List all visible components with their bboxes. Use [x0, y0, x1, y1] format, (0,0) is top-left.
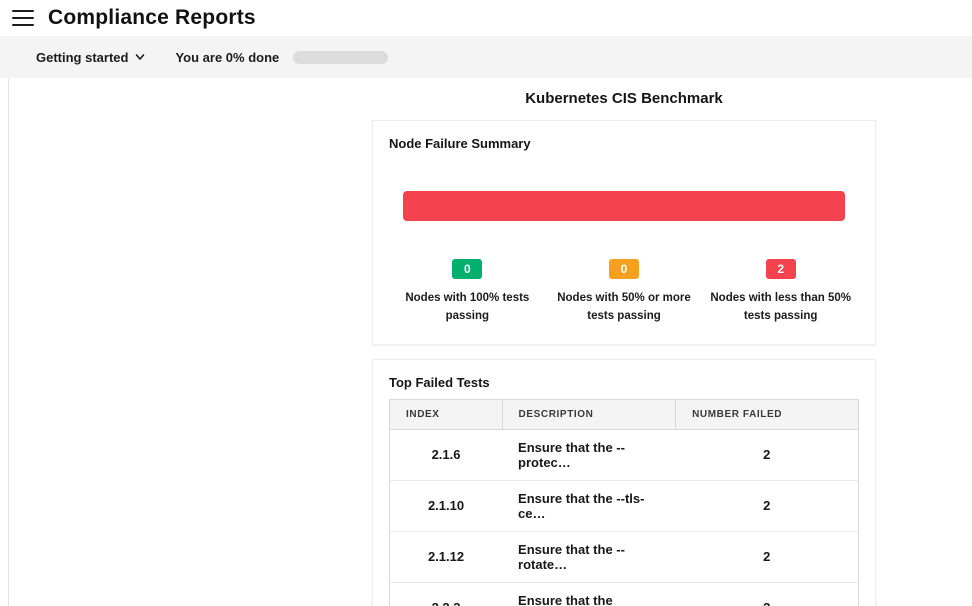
- top-failed-tests-card: Top Failed Tests INDEX DESCRIPTION NUMBE…: [372, 359, 876, 606]
- stat-50-or-more-passing: 0 Nodes with 50% or more tests passing: [546, 259, 703, 326]
- cell-number-failed: 2: [676, 480, 859, 531]
- progress-bar: [293, 51, 388, 64]
- table-row: 2.1.12 Ensure that the --rotate… 2: [390, 531, 859, 582]
- top-failed-tests-title: Top Failed Tests: [389, 375, 859, 390]
- table-header-row: INDEX DESCRIPTION NUMBER FAILED: [390, 399, 859, 429]
- stat-label: Nodes with 100% tests passing: [389, 290, 546, 326]
- stat-label: Nodes with less than 50% tests passing: [702, 290, 859, 326]
- stats-row: 0 Nodes with 100% tests passing 0 Nodes …: [389, 259, 859, 326]
- cell-index: 2.2.3: [390, 582, 503, 606]
- cell-number-failed: 2: [676, 429, 859, 480]
- cell-description: Ensure that the kubelet …: [502, 582, 676, 606]
- stat-badge-green: 0: [452, 259, 482, 279]
- stat-label: Nodes with 50% or more tests passing: [546, 290, 703, 326]
- getting-started-label: Getting started: [36, 50, 128, 65]
- failure-bar: [403, 191, 845, 221]
- stat-100-passing: 0 Nodes with 100% tests passing: [389, 259, 546, 326]
- node-failure-summary-card: Node Failure Summary 0 Nodes with 100% t…: [372, 120, 876, 345]
- cell-description: Ensure that the --tls-ce…: [502, 480, 676, 531]
- stat-badge-orange: 0: [609, 259, 639, 279]
- chevron-down-icon: [135, 52, 145, 62]
- column-header-description: DESCRIPTION: [502, 399, 676, 429]
- column-header-index: INDEX: [390, 399, 503, 429]
- table-row: 2.2.3 Ensure that the kubelet … 2: [390, 582, 859, 606]
- top-bar: Compliance Reports: [0, 0, 972, 36]
- cell-index: 2.1.10: [390, 480, 503, 531]
- benchmark-title: Kubernetes CIS Benchmark: [372, 90, 876, 107]
- cell-number-failed: 2: [676, 531, 859, 582]
- cell-description: Ensure that the --rotate…: [502, 531, 676, 582]
- getting-started-dropdown[interactable]: Getting started: [36, 50, 145, 65]
- cell-index: 2.1.12: [390, 531, 503, 582]
- menu-icon[interactable]: [12, 10, 34, 26]
- page-title: Compliance Reports: [48, 6, 256, 30]
- column-header-number-failed: NUMBER FAILED: [676, 399, 859, 429]
- progress-text: You are 0% done: [175, 50, 279, 65]
- cell-index: 2.1.6: [390, 429, 503, 480]
- node-failure-summary-title: Node Failure Summary: [389, 136, 859, 151]
- cell-description: Ensure that the --protec…: [502, 429, 676, 480]
- main-content: Kubernetes CIS Benchmark Node Failure Su…: [0, 78, 972, 606]
- stat-less-than-50-passing: 2 Nodes with less than 50% tests passing: [702, 259, 859, 326]
- stat-badge-red: 2: [766, 259, 796, 279]
- top-failed-tests-table: INDEX DESCRIPTION NUMBER FAILED 2.1.6 En…: [389, 399, 859, 606]
- getting-started-bar: Getting started You are 0% done: [0, 36, 972, 78]
- cell-number-failed: 2: [676, 582, 859, 606]
- table-row: 2.1.10 Ensure that the --tls-ce… 2: [390, 480, 859, 531]
- table-row: 2.1.6 Ensure that the --protec… 2: [390, 429, 859, 480]
- left-divider: [8, 78, 9, 606]
